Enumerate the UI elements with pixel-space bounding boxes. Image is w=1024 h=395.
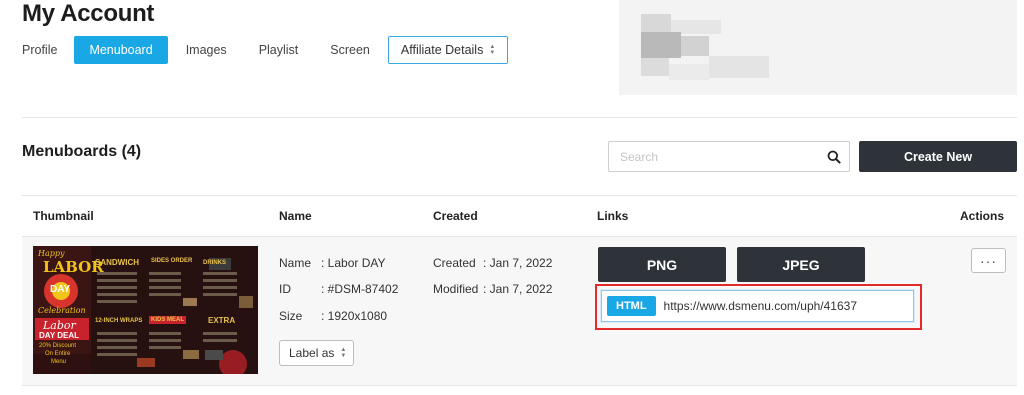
size-line: Size : 1920x1080 [279, 309, 387, 323]
search-icon[interactable] [819, 150, 849, 164]
created-line: Created : Jan 7, 2022 [433, 256, 552, 270]
menuboard-thumbnail[interactable]: Happy LABOR DAY Celebration Labor DAY DE… [33, 246, 258, 374]
modified-label: Modified [433, 282, 479, 296]
header-divider [22, 117, 1017, 118]
modified-line: Modified : Jan 7, 2022 [433, 282, 552, 296]
tab-images[interactable]: Images [186, 36, 227, 64]
thumb-sandwich: SANDWICH [95, 258, 139, 267]
section-title: Menuboards (4) [22, 143, 142, 160]
page-title: My Account [22, 0, 155, 27]
search-input[interactable] [609, 142, 819, 171]
jpeg-button[interactable]: JPEG [737, 247, 865, 282]
created-label: Created [433, 256, 476, 270]
tab-profile[interactable]: Profile [22, 36, 57, 64]
more-icon[interactable]: ··· [971, 248, 1006, 273]
updown-icon: ▲ ▼ [340, 347, 347, 359]
affiliate-details-select[interactable]: Affiliate Details ▲ ▼ [387, 36, 509, 64]
thumb-wraps: 12-INCH WRAPS [95, 318, 143, 324]
affiliate-details-label: Affiliate Details [400, 43, 484, 57]
id-value: : #DSM-87402 [321, 282, 399, 296]
column-header-actions: Actions [960, 209, 1005, 223]
thumb-sides-order: SIDES ORDER [151, 258, 193, 264]
column-header-name: Name [279, 209, 312, 223]
thumb-day: DAY [50, 284, 71, 295]
search-box [608, 141, 850, 172]
label-as-select[interactable]: Label as ▲ ▼ [279, 340, 355, 366]
png-button[interactable]: PNG [598, 247, 726, 282]
column-header-created: Created [433, 209, 478, 223]
thumb-discount: 20% Discount [39, 343, 77, 349]
tab-menuboard[interactable]: Menuboard [74, 36, 168, 64]
tab-playlist[interactable]: Playlist [259, 36, 299, 64]
name-line: Name : Labor DAY [279, 256, 385, 270]
thumb-extra: EXTRA [208, 316, 236, 325]
column-header-thumbnail: Thumbnail [33, 209, 94, 223]
account-tabs: Profile Menuboard Images Playlist Screen… [22, 36, 509, 64]
thumb-drinks: DRINKS [203, 260, 227, 266]
thumb-celebration: Celebration [38, 306, 86, 315]
thumb-on-entire: On Entire [45, 351, 71, 357]
blurred-image [619, 0, 1017, 95]
thumb-day-deal: DAY DEAL [39, 331, 80, 340]
row-divider [22, 385, 1017, 386]
html-badge: HTML [607, 296, 656, 316]
thumb-happy: Happy [38, 249, 65, 258]
thumb-kids-meal: KIDS MEAL [149, 316, 186, 324]
size-label: Size [279, 309, 303, 323]
size-value: : 1920x1080 [321, 309, 388, 323]
id-label: ID [279, 282, 291, 296]
create-new-button[interactable]: Create New [859, 141, 1017, 172]
tab-screen[interactable]: Screen [330, 36, 370, 64]
updown-icon: ▲ ▼ [489, 44, 496, 56]
name-value: : Labor DAY [321, 256, 386, 270]
created-value: : Jan 7, 2022 [483, 256, 553, 270]
thumb-menu: Menu [51, 359, 67, 365]
name-label: Name [279, 256, 312, 270]
id-line: ID : #DSM-87402 [279, 282, 398, 296]
label-as-text: Label as [289, 346, 335, 360]
column-header-links: Links [597, 209, 629, 223]
html-url[interactable]: https://www.dsmenu.com/uph/41637 [664, 299, 857, 313]
html-link-highlight: HTML https://www.dsmenu.com/uph/41637 [595, 284, 922, 330]
html-link-field[interactable]: HTML https://www.dsmenu.com/uph/41637 [601, 290, 914, 322]
modified-value: : Jan 7, 2022 [483, 282, 553, 296]
section-divider [22, 195, 1017, 196]
